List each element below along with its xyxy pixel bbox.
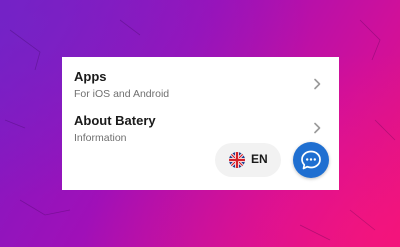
language-switch-button[interactable]: EN xyxy=(215,143,281,177)
menu-item-subtitle: Information xyxy=(74,132,127,144)
language-label: EN xyxy=(251,152,268,166)
chevron-right-icon xyxy=(311,77,323,90)
chevron-right-icon xyxy=(311,121,323,134)
uk-flag-icon xyxy=(229,152,245,168)
menu-item-apps[interactable]: Apps For iOS and Android xyxy=(62,67,339,111)
menu-item-title: About Batery xyxy=(74,113,156,128)
chat-bubble-icon xyxy=(301,150,321,170)
menu-item-title: Apps xyxy=(74,69,107,84)
chat-button[interactable] xyxy=(293,142,329,178)
menu-item-subtitle: For iOS and Android xyxy=(74,88,170,100)
